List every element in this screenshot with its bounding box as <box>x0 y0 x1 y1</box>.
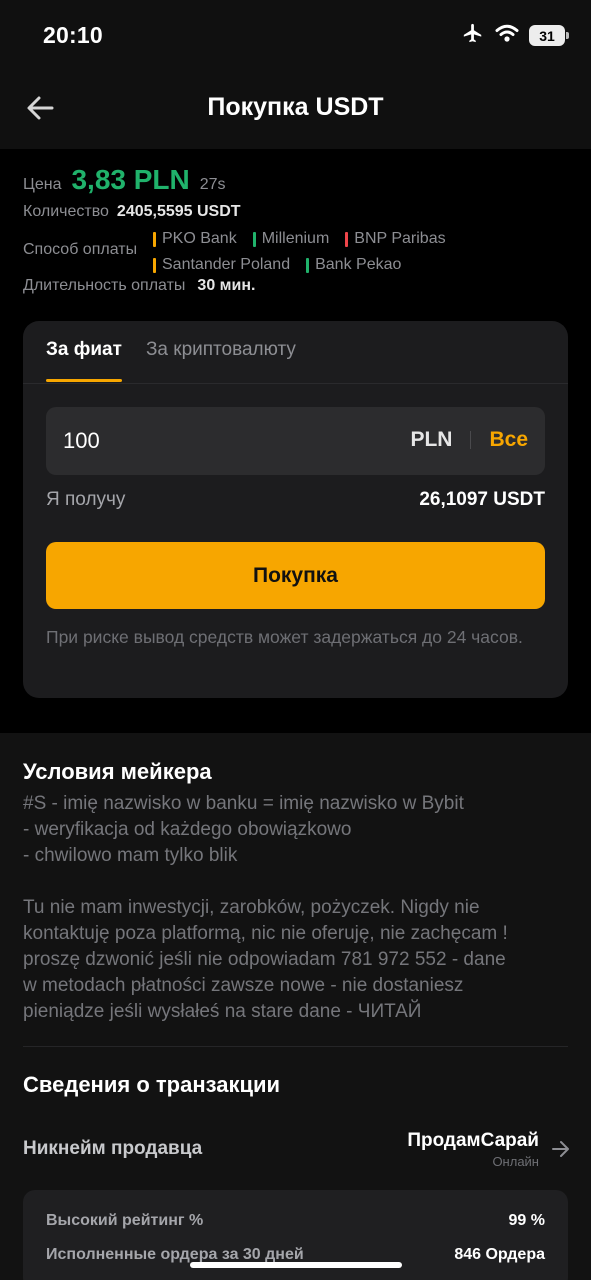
quantity-row: Количество 2405,5595 USDT <box>23 203 241 221</box>
payment-method: BNP Paribas <box>345 230 446 248</box>
terms-line: w metodach płatności zawsze nowe - nie d… <box>23 975 464 996</box>
receive-value: 26,1097 USDT <box>419 489 545 510</box>
maker-terms-title: Условия мейкера <box>23 759 212 784</box>
arrow-right-icon[interactable] <box>551 1140 571 1158</box>
tab-fiat[interactable]: За фиат <box>46 339 122 382</box>
home-indicator[interactable] <box>190 1262 402 1268</box>
seller-info[interactable]: ПродамСарай Онлайн <box>407 1130 571 1169</box>
status-icons: 31 <box>461 22 569 49</box>
price-label: Цена <box>23 176 62 193</box>
receive-label: Я получу <box>46 489 126 510</box>
status-time: 20:10 <box>43 22 103 48</box>
stat-value: 846 Ордера <box>454 1246 545 1263</box>
payment-method: Bank Pekao <box>306 256 401 274</box>
wifi-icon <box>495 23 519 48</box>
payment-duration-value: 30 мин. <box>197 277 256 294</box>
details-section: Условия мейкера #S - imię nazwisko w ban… <box>0 733 591 1280</box>
top-bar: 20:10 31 Покупка USDT <box>0 0 591 149</box>
payment-color-bar <box>252 231 256 247</box>
seller-label: Никнейм продавца <box>23 1138 203 1159</box>
price-value: 3,83 PLN <box>71 164 190 195</box>
payment-method: Millenium <box>252 230 329 248</box>
stat-label: Высокий рейтинг % <box>46 1212 204 1229</box>
trade-card: За фиат За криптовалюту 100 PLN Все Я по… <box>23 321 568 698</box>
airplane-icon <box>461 22 485 49</box>
amount-suffix: PLN Все <box>410 428 528 452</box>
transaction-title: Сведения о транзакции <box>23 1072 281 1097</box>
price-timer: 27s <box>199 176 226 193</box>
quantity-value: 2405,5595 USDT <box>116 203 241 220</box>
payment-color-bar <box>153 231 156 247</box>
stat-row: Высокий рейтинг % 99 % <box>46 1212 545 1230</box>
payment-method: Santander Poland <box>153 256 290 274</box>
payment-color-bar <box>306 257 310 273</box>
seller-row[interactable]: Никнейм продавца ПродамСарай Онлайн <box>23 1125 571 1173</box>
terms-line: proszę dzwonić jeśli nie odpowiadam 781 … <box>23 949 506 970</box>
quantity-label: Количество <box>23 203 109 220</box>
stat-value: 99 % <box>508 1212 545 1229</box>
terms-line: - chwilowo mam tylko blik <box>23 845 238 866</box>
amount-value[interactable]: 100 <box>63 428 100 454</box>
terms-line: Tu nie mam inwestycji, zarobków, pożycze… <box>23 897 480 918</box>
payment-methods: PKO Bank Millenium BNP Paribas Santander… <box>153 226 573 278</box>
tab-crypto[interactable]: За криптовалюту <box>146 339 296 382</box>
payment-method-label: Способ оплаты <box>23 241 138 258</box>
buy-button[interactable]: Покупка <box>46 542 545 609</box>
terms-line: - weryfikacja od każdego obowiązkowo <box>23 819 352 840</box>
risk-note: При риске вывод средств может задержатьс… <box>46 627 523 647</box>
terms-line: kontaktuję poza platformą, nic nie oferu… <box>23 923 508 944</box>
seller-name[interactable]: ПродамСарай <box>407 1130 539 1152</box>
page-title: Покупка USDT <box>207 93 384 121</box>
currency-label: PLN <box>410 428 453 451</box>
tabs-divider <box>23 383 568 384</box>
maker-terms-text: #S - imię nazwisko w banku = imię nazwis… <box>23 791 573 1025</box>
seller-status: Онлайн <box>492 1153 539 1169</box>
all-button[interactable]: Все <box>489 428 528 452</box>
battery-icon: 31 <box>529 25 569 46</box>
amount-input[interactable]: 100 PLN Все <box>46 407 545 475</box>
payment-duration-label: Длительность оплаты <box>23 277 186 294</box>
trade-tabs: За фиат За криптовалюту <box>46 339 296 382</box>
price-row: Цена 3,83 PLN 27s <box>23 164 226 196</box>
payment-duration-row: Длительность оплаты 30 мин. <box>23 277 255 295</box>
payment-color-bar <box>345 231 349 247</box>
terms-line <box>23 869 573 895</box>
payment-color-bar <box>153 257 156 273</box>
receive-row: Я получу 26,1097 USDT <box>46 489 545 511</box>
terms-line: #S - imię nazwisko w banku = imię nazwis… <box>23 793 464 814</box>
terms-line: pieniądze jeśli wysłałeś na stare dane -… <box>23 1001 422 1022</box>
section-divider <box>23 1046 568 1047</box>
divider <box>470 431 472 449</box>
payment-method: PKO Bank <box>153 230 237 248</box>
